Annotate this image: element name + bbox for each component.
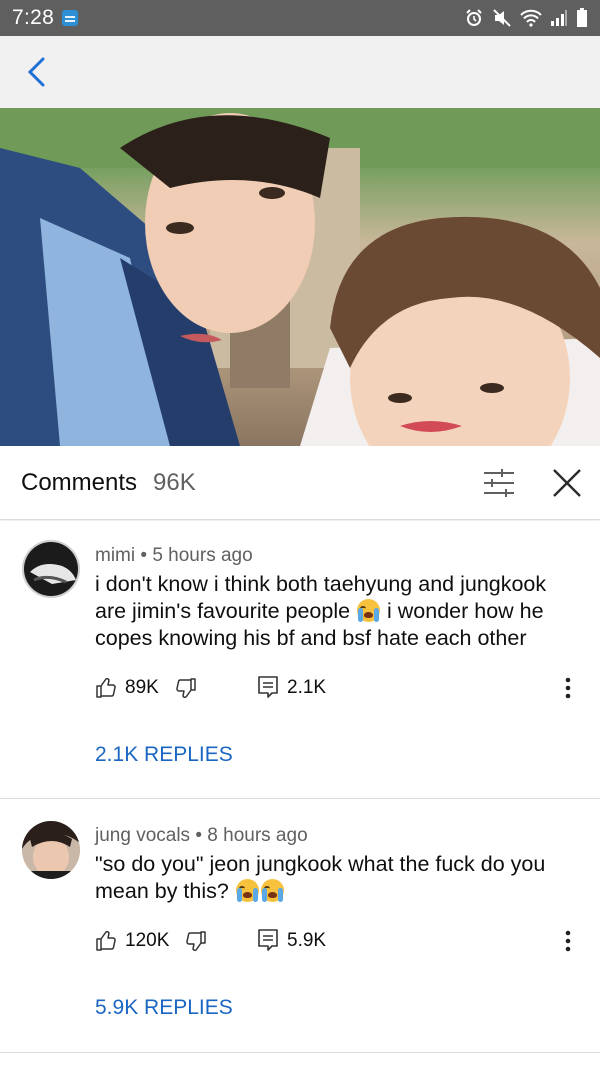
dislike-icon[interactable] xyxy=(175,677,197,699)
more-options-button[interactable] xyxy=(556,673,580,703)
app-bar xyxy=(0,36,600,108)
comment-actions: 89K 2.1K xyxy=(95,673,575,703)
video-thumbnail-image xyxy=(0,108,600,446)
view-replies-button[interactable]: 2.1K REPLIES xyxy=(95,743,233,767)
chevron-left-icon xyxy=(27,57,45,87)
status-time: 7:28 xyxy=(12,6,55,29)
avatar[interactable] xyxy=(22,540,80,598)
like-count: 89K xyxy=(125,677,159,698)
alarm-icon xyxy=(466,9,482,26)
comment-time: 5 hours ago xyxy=(152,545,253,566)
like-icon[interactable] xyxy=(95,677,117,699)
comments-title: Comments xyxy=(21,468,138,496)
signal-icon xyxy=(551,10,567,26)
sort-button[interactable] xyxy=(480,468,518,498)
more-options-button[interactable] xyxy=(556,926,580,956)
close-button[interactable] xyxy=(550,466,584,500)
meta-separator: • xyxy=(195,825,208,846)
avatar-image xyxy=(22,540,80,598)
wifi-icon xyxy=(520,9,542,27)
comment-author[interactable]: mimi xyxy=(95,545,135,566)
comment-text: i don't know i think both taehyung and j… xyxy=(95,571,580,652)
divider xyxy=(0,798,600,799)
app-notification-icon xyxy=(62,10,79,26)
more-vert-icon xyxy=(565,677,571,699)
battery-icon xyxy=(577,8,587,27)
close-icon xyxy=(553,469,581,497)
dislike-icon[interactable] xyxy=(185,930,207,952)
sort-filter-icon xyxy=(484,469,514,497)
like-count: 120K xyxy=(125,930,170,951)
reply-icon[interactable] xyxy=(257,928,279,952)
comment-meta: mimi • 5 hours ago xyxy=(95,545,253,567)
comment-meta: jung vocals • 8 hours ago xyxy=(95,825,308,847)
back-button[interactable] xyxy=(18,54,54,90)
avatar[interactable] xyxy=(22,821,80,879)
avatar-image xyxy=(22,821,80,879)
crying-face-emoji-icon xyxy=(357,599,381,622)
comments-count: 96K xyxy=(153,468,196,496)
reply-count: 5.9K xyxy=(287,930,327,951)
crying-face-emoji-icon xyxy=(235,879,259,902)
status-icons xyxy=(464,8,588,28)
reply-count: 2.1K xyxy=(287,677,327,698)
comment-time: 8 hours ago xyxy=(207,825,308,846)
mute-icon xyxy=(493,9,511,27)
comment-author[interactable]: jung vocals xyxy=(95,825,190,846)
divider xyxy=(0,1052,600,1053)
more-vert-icon xyxy=(565,930,571,952)
comments-header: Comments 96K xyxy=(0,446,600,520)
comment-text: "so do you" jeon jungkook what the fuck … xyxy=(95,851,580,905)
status-bar: 7:28 xyxy=(0,0,600,36)
comment-thread: mimi • 5 hours ago i don't know i think … xyxy=(0,521,600,799)
meta-separator: • xyxy=(140,545,153,566)
photo-illustration xyxy=(0,108,600,446)
comment-text-part: "so do you" jeon jungkook what the fuck … xyxy=(95,852,546,903)
crying-face-emoji-icon xyxy=(260,879,284,902)
like-icon[interactable] xyxy=(95,930,117,952)
comment-actions: 120K 5.9K xyxy=(95,926,575,956)
comment-thread: jung vocals • 8 hours ago "so do you" je… xyxy=(0,800,600,1052)
reply-icon[interactable] xyxy=(257,675,279,699)
view-replies-button[interactable]: 5.9K REPLIES xyxy=(95,996,233,1020)
